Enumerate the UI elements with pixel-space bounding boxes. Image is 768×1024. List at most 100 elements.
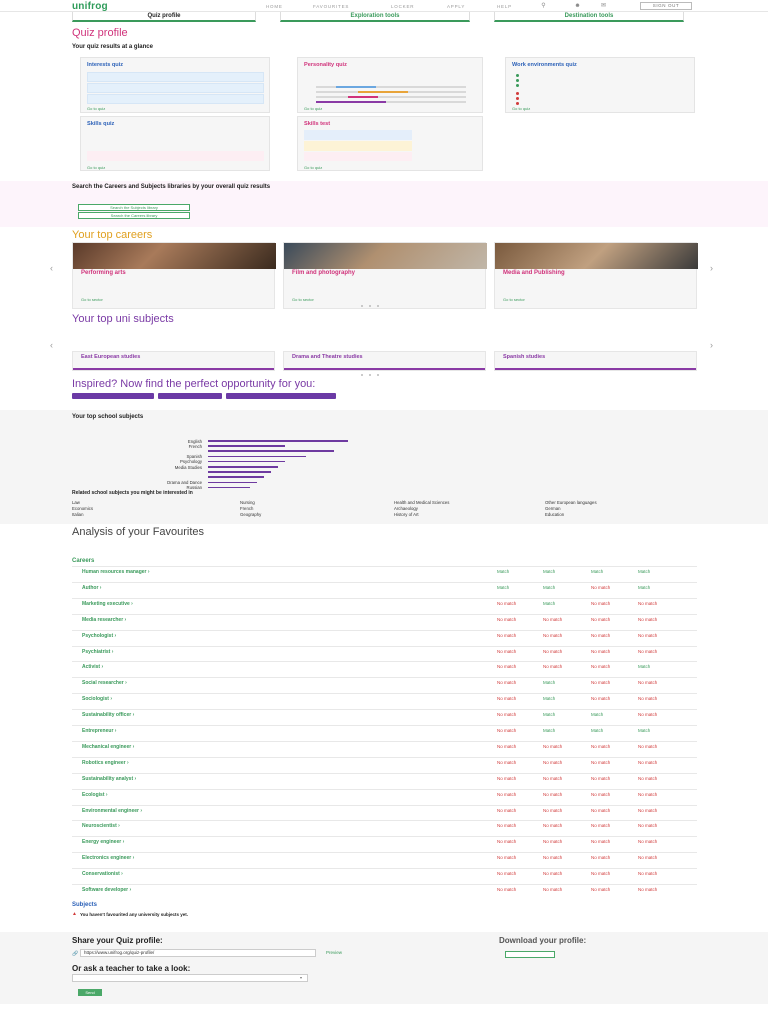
career-name[interactable]: Electronics engineer › bbox=[82, 855, 134, 861]
nav-locker[interactable]: LOCKER bbox=[391, 4, 414, 10]
go-to-sector-link[interactable]: Go to sector bbox=[503, 297, 525, 302]
uni-subject-card[interactable]: Drama and Theatre studies bbox=[283, 351, 486, 371]
career-name[interactable]: Conservationist › bbox=[82, 871, 123, 877]
career-name[interactable]: Author › bbox=[82, 585, 101, 591]
favourite-career-row[interactable]: Psychiatrist › No match No match No match No… bbox=[72, 645, 697, 662]
tab-quiz-profile[interactable]: Quiz profile bbox=[72, 12, 256, 22]
mail-icon[interactable]: ✉ bbox=[600, 3, 607, 9]
opportunity-pill[interactable] bbox=[158, 393, 222, 399]
go-to-quiz-link[interactable]: Go to quiz bbox=[512, 106, 530, 111]
related-subject[interactable]: Health and Medical Sciences bbox=[394, 500, 449, 505]
favourite-career-row[interactable]: Marketing executive › No match Match No mat… bbox=[72, 597, 697, 614]
nav-help[interactable]: HELP bbox=[497, 4, 512, 10]
favourite-career-row[interactable]: Sustainability officer › No match Match Mat… bbox=[72, 709, 697, 725]
career-name[interactable]: Psychiatrist › bbox=[82, 649, 113, 655]
carousel-dot[interactable] bbox=[361, 374, 363, 376]
nav-favourites[interactable]: FAVOURITES bbox=[313, 4, 349, 10]
search-icon[interactable]: ⚲ bbox=[540, 3, 547, 9]
carousel-dot[interactable] bbox=[377, 374, 379, 376]
opportunity-pill[interactable] bbox=[226, 393, 336, 399]
search-careers-button[interactable]: Search the Careers library bbox=[78, 212, 190, 219]
favourite-career-row[interactable]: Conservationist › No match No match No matc… bbox=[72, 868, 697, 884]
favourite-career-row[interactable]: Sustainability analyst › No match No match… bbox=[72, 772, 697, 789]
go-to-quiz-link[interactable]: Go to quiz bbox=[304, 165, 322, 170]
related-subject[interactable]: German bbox=[545, 506, 561, 511]
favourite-career-row[interactable]: Ecologist › No match No match No match No ma… bbox=[72, 788, 697, 805]
career-name[interactable]: Human resources manager › bbox=[82, 569, 150, 575]
go-to-sector-link[interactable]: Go to sector bbox=[292, 297, 314, 302]
career-name[interactable]: Robotics engineer › bbox=[82, 760, 129, 766]
send-button[interactable]: Send bbox=[78, 989, 102, 996]
career-name[interactable]: Activist › bbox=[82, 664, 103, 670]
go-to-sector-link[interactable]: Go to sector bbox=[81, 297, 103, 302]
favourite-career-row[interactable]: Activist › No match No match No match Match bbox=[72, 661, 697, 677]
download-button[interactable] bbox=[505, 951, 555, 958]
share-url-field[interactable]: https://www.unifrog.org/quiz-profile/ bbox=[80, 949, 316, 957]
carousel-prev-icon[interactable]: ‹ bbox=[50, 263, 53, 274]
related-subject[interactable]: Nursing bbox=[240, 500, 255, 505]
favourite-career-row[interactable]: Robotics engineer › No match No match No ma… bbox=[72, 756, 697, 773]
career-name[interactable]: Psychologist › bbox=[82, 633, 116, 639]
carousel-next-icon[interactable]: › bbox=[710, 263, 713, 274]
career-name[interactable]: Sustainability analyst › bbox=[82, 776, 136, 782]
favourite-career-row[interactable]: Energy engineer › No match No match No matc… bbox=[72, 836, 697, 852]
career-name[interactable]: Mechanical engineer › bbox=[82, 744, 134, 750]
favourite-career-row[interactable]: Environmental engineer › No match No match… bbox=[72, 804, 697, 821]
carousel-dot[interactable] bbox=[361, 305, 363, 307]
career-name[interactable]: Media researcher › bbox=[82, 617, 126, 623]
related-subject[interactable]: Geography bbox=[240, 512, 261, 517]
career-name[interactable]: Sociologist › bbox=[82, 696, 112, 702]
career-name[interactable]: Entrepreneur › bbox=[82, 728, 116, 734]
preview-link[interactable]: Preview bbox=[326, 950, 342, 956]
related-subject[interactable]: Law bbox=[72, 500, 80, 505]
carousel-dot[interactable] bbox=[369, 374, 371, 376]
favourite-career-row[interactable]: Electronics engineer › No match No match No… bbox=[72, 852, 697, 868]
go-to-quiz-link[interactable]: Go to quiz bbox=[87, 165, 105, 170]
search-subjects-button[interactable]: Search the Subjects library bbox=[78, 204, 190, 211]
career-name[interactable]: Marketing executive › bbox=[82, 601, 133, 607]
favourite-career-row[interactable]: Mechanical engineer › No match No match No … bbox=[72, 740, 697, 757]
nav-home[interactable]: HOME bbox=[266, 4, 283, 10]
career-name[interactable]: Environmental engineer › bbox=[82, 808, 142, 814]
carousel-prev-icon[interactable]: ‹ bbox=[50, 340, 53, 351]
related-subject[interactable]: Other European languages bbox=[545, 500, 597, 505]
related-subject[interactable]: Education bbox=[545, 512, 564, 517]
carousel-dot[interactable] bbox=[369, 305, 371, 307]
related-subject[interactable]: French bbox=[240, 506, 253, 511]
career-name[interactable]: Ecologist › bbox=[82, 792, 108, 798]
favourite-career-row[interactable]: Entrepreneur › No match Match Match Match bbox=[72, 725, 697, 741]
carousel-next-icon[interactable]: › bbox=[710, 340, 713, 351]
related-subject[interactable]: Archaeology bbox=[394, 506, 418, 511]
career-card[interactable]: Media and Publishing Go to sector bbox=[494, 242, 698, 309]
uni-subject-card[interactable]: Spanish studies bbox=[494, 351, 697, 371]
sign-out-button[interactable]: SIGN OUT bbox=[640, 2, 692, 10]
related-subject[interactable]: Economics bbox=[72, 506, 93, 511]
career-name[interactable]: Neuroscientist › bbox=[82, 823, 120, 829]
favourite-career-row[interactable]: Software developer › No match No match No m… bbox=[72, 884, 697, 900]
go-to-quiz-link[interactable]: Go to quiz bbox=[304, 106, 322, 111]
favourite-career-row[interactable]: Psychologist › No match No match No match No… bbox=[72, 629, 697, 646]
career-name[interactable]: Energy engineer › bbox=[82, 839, 124, 845]
career-card[interactable]: Performing arts Go to sector bbox=[72, 242, 276, 309]
career-name[interactable]: Social researcher › bbox=[82, 680, 127, 686]
career-card[interactable]: Film and photography Go to sector bbox=[283, 242, 487, 309]
career-name[interactable]: Sustainability officer › bbox=[82, 712, 134, 718]
favourite-career-row[interactable]: Human resources manager › Match Match Match… bbox=[72, 566, 697, 582]
related-subject[interactable]: History of Art bbox=[394, 512, 419, 517]
carousel-dot[interactable] bbox=[377, 305, 379, 307]
favourite-career-row[interactable]: Social researcher › No match Match No match… bbox=[72, 677, 697, 693]
opportunity-pill[interactable] bbox=[72, 393, 154, 399]
go-to-quiz-link[interactable]: Go to quiz bbox=[87, 106, 105, 111]
uni-subject-card[interactable]: East European studies bbox=[72, 351, 275, 371]
teacher-select[interactable] bbox=[72, 974, 308, 982]
favourite-career-row[interactable]: Neuroscientist › No match No match No match… bbox=[72, 820, 697, 836]
user-icon[interactable]: ☻ bbox=[574, 3, 581, 9]
tab-destination-tools[interactable]: Destination tools bbox=[494, 12, 684, 22]
related-subject[interactable]: Italian bbox=[72, 512, 83, 517]
career-name[interactable]: Software developer › bbox=[82, 887, 131, 893]
favourite-career-row[interactable]: Media researcher › No match No match No mat… bbox=[72, 613, 697, 630]
favourite-career-row[interactable]: Sociologist › No match Match No match No mat… bbox=[72, 693, 697, 709]
nav-apply[interactable]: APPLY bbox=[447, 4, 465, 10]
tab-exploration-tools[interactable]: Exploration tools bbox=[280, 12, 470, 22]
favourite-career-row[interactable]: Author › Match Match No match Match bbox=[72, 581, 697, 598]
